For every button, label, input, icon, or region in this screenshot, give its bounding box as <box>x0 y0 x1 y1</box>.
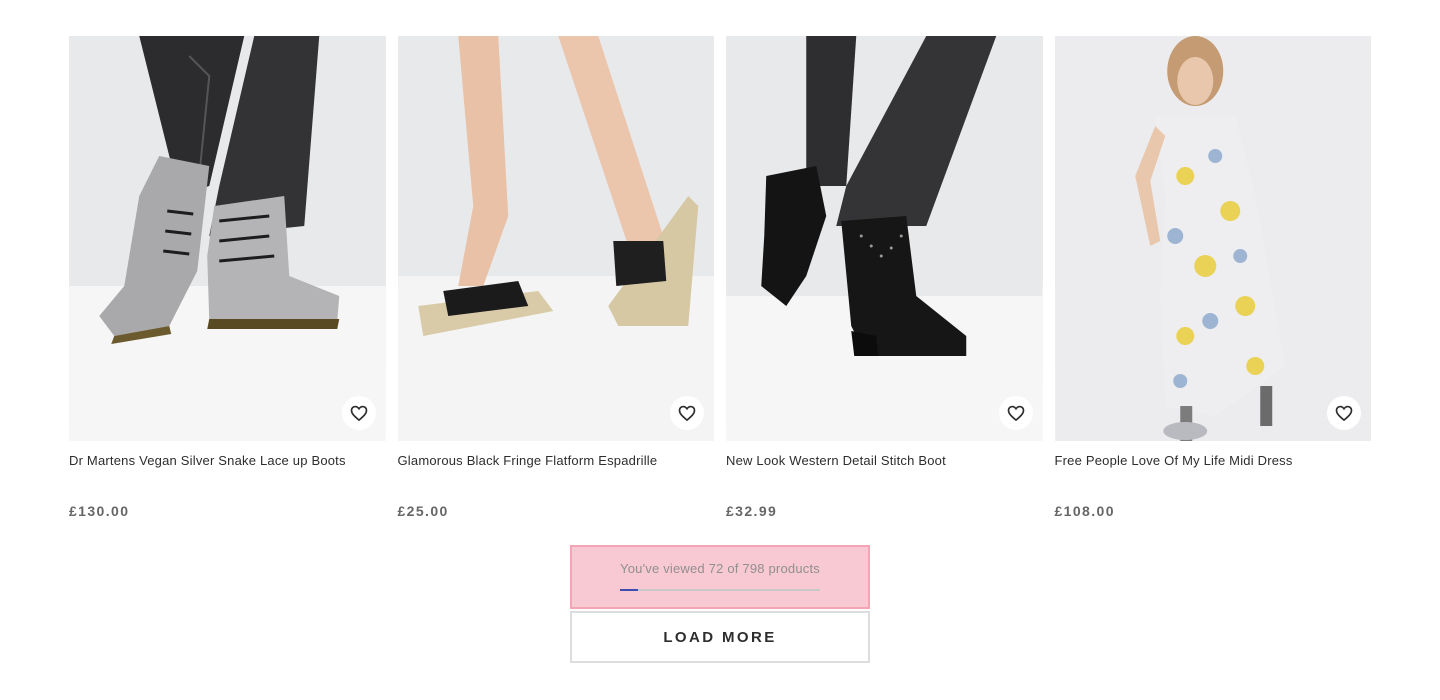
product-image[interactable] <box>726 36 1043 441</box>
progress-text: You've viewed 72 of 798 products <box>620 561 820 576</box>
product-card[interactable]: Glamorous Black Fringe Flatform Espadril… <box>397 36 715 519</box>
wishlist-button[interactable] <box>1327 396 1361 430</box>
heart-icon <box>678 405 696 422</box>
product-title[interactable]: Glamorous Black Fringe Flatform Espadril… <box>398 453 715 489</box>
wishlist-button[interactable] <box>998 396 1033 430</box>
product-card[interactable]: Free People Love Of My Life Midi Dress £… <box>1054 36 1372 519</box>
floral-dress-illustration <box>1054 36 1371 441</box>
progress-fill <box>620 589 638 591</box>
espadrille-illustration <box>397 36 714 441</box>
silver-boots-illustration <box>69 36 386 441</box>
product-image[interactable] <box>69 36 386 441</box>
product-title[interactable]: New Look Western Detail Stitch Boot <box>726 453 1043 489</box>
product-grid: Dr Martens Vegan Silver Snake Lace up Bo… <box>69 36 1371 519</box>
product-card[interactable]: New Look Western Detail Stitch Boot £32.… <box>726 36 1043 519</box>
product-image[interactable] <box>397 36 714 441</box>
product-card[interactable]: Dr Martens Vegan Silver Snake Lace up Bo… <box>69 36 386 519</box>
western-boot-illustration <box>726 36 1043 441</box>
product-price: £32.99 <box>726 503 778 519</box>
wishlist-button[interactable] <box>341 396 376 430</box>
product-price: £108.00 <box>1054 503 1115 519</box>
heart-icon <box>1335 405 1353 422</box>
product-price: £25.00 <box>397 503 449 519</box>
product-price: £130.00 <box>69 503 130 519</box>
product-title[interactable]: Dr Martens Vegan Silver Snake Lace up Bo… <box>69 453 386 489</box>
heart-icon <box>1007 405 1024 422</box>
progress-bar <box>620 589 820 591</box>
heart-icon <box>350 405 367 422</box>
load-more-button[interactable]: LOAD MORE <box>570 611 870 663</box>
wishlist-button[interactable] <box>670 396 704 430</box>
product-image[interactable] <box>1054 36 1371 441</box>
pagination-progress: You've viewed 72 of 798 products <box>570 545 870 609</box>
product-title[interactable]: Free People Love Of My Life Midi Dress <box>1055 453 1372 489</box>
